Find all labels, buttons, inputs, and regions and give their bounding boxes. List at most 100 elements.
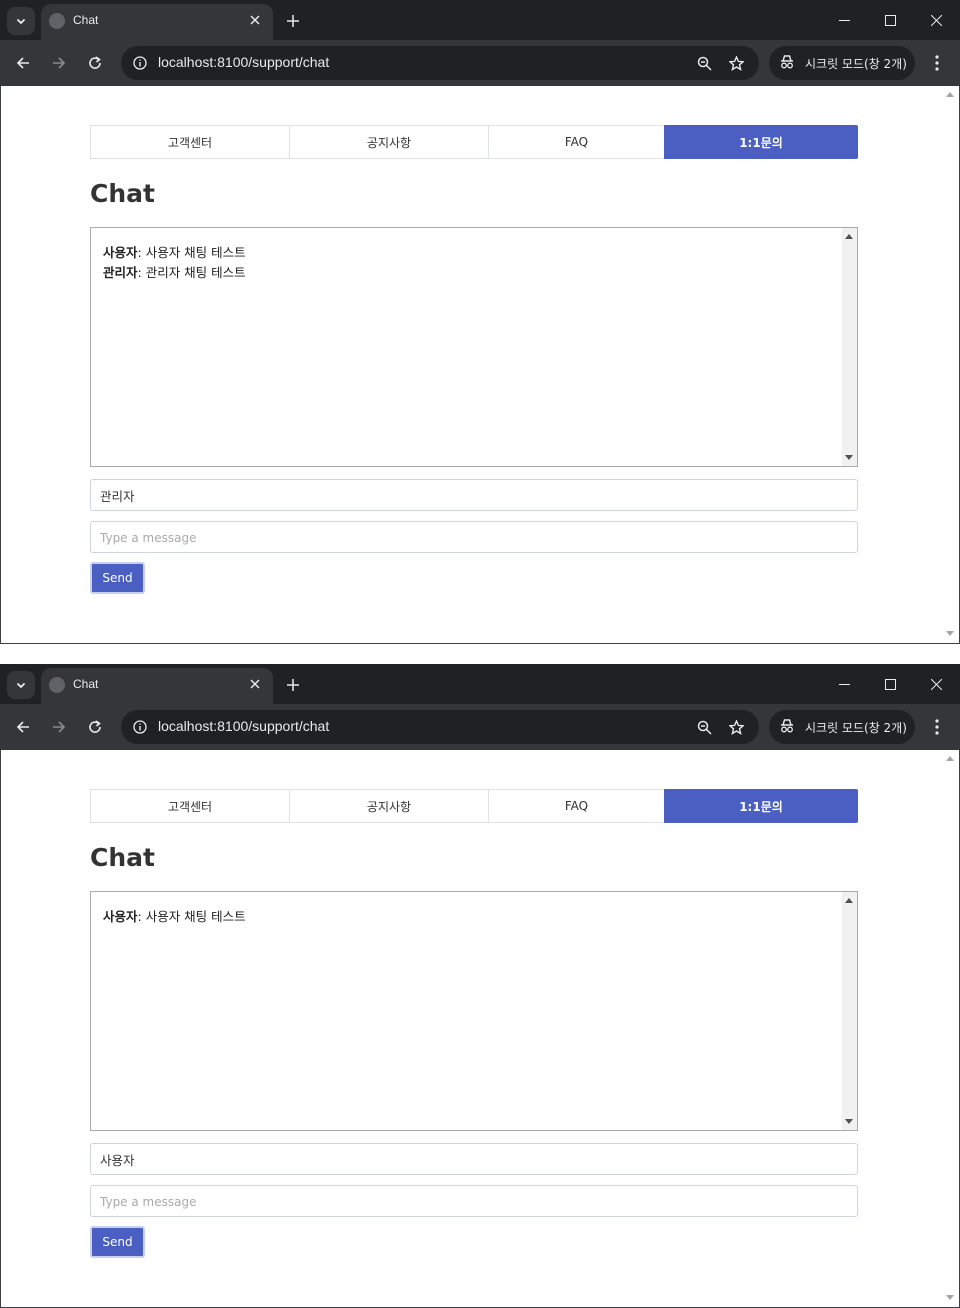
window-gap [0, 644, 960, 664]
sender-input[interactable] [90, 479, 858, 511]
support-nav: 고객센터 공지사항 FAQ 1:1문의 [90, 125, 858, 159]
message-text: : 사용자 채팅 테스트 [137, 909, 246, 924]
message-sender: 사용자 [103, 909, 138, 924]
close-tab-button[interactable] [245, 674, 265, 694]
message-text: : 관리자 채팅 테스트 [137, 265, 246, 280]
chat-message: 관리자: 관리자 채팅 테스트 [103, 262, 246, 281]
reload-button[interactable] [81, 49, 109, 77]
back-button[interactable] [9, 49, 37, 77]
globe-icon [49, 677, 65, 693]
tab-search-button[interactable] [7, 7, 35, 35]
title-bar: Chat [0, 0, 960, 40]
kebab-menu-icon [935, 719, 939, 735]
star-icon [728, 55, 744, 71]
chat-scrollbar[interactable] [842, 892, 857, 1130]
scroll-down-arrow[interactable] [845, 455, 853, 460]
tab-faq[interactable]: FAQ [488, 125, 664, 159]
url-text: localhost:8100/support/chat [158, 54, 330, 70]
tab-customer-center[interactable]: 고객센터 [90, 789, 289, 823]
page-viewport: 고객센터 공지사항 FAQ 1:1문의 Chat 사용자: 사용자 채팅 테스트… [0, 86, 960, 644]
chat-message: 사용자: 사용자 채팅 테스트 [103, 906, 246, 925]
scroll-up-arrow[interactable] [946, 756, 954, 761]
browser-tab[interactable]: Chat [41, 4, 273, 40]
browser-tab[interactable]: Chat [41, 668, 273, 704]
scroll-up-arrow[interactable] [845, 234, 853, 239]
close-icon [250, 15, 260, 25]
forward-icon [53, 57, 66, 69]
page-scrollbar[interactable] [943, 750, 958, 1307]
address-bar[interactable]: localhost:8100/support/chat [121, 46, 759, 80]
star-icon [728, 719, 744, 735]
send-button[interactable]: Send [90, 562, 145, 594]
incognito-icon [781, 719, 793, 733]
plus-icon [287, 15, 299, 27]
close-tab-button[interactable] [245, 10, 265, 30]
tab-notices[interactable]: 공지사항 [289, 789, 488, 823]
back-icon [16, 57, 29, 69]
back-button[interactable] [9, 713, 37, 741]
browser-menu-button[interactable] [924, 49, 950, 77]
scroll-up-arrow[interactable] [946, 92, 954, 97]
incognito-label: 시크릿 모드(창 2개) [805, 721, 907, 735]
minimize-button[interactable] [829, 670, 859, 698]
chat-log[interactable]: 사용자: 사용자 채팅 테스트 관리자: 관리자 채팅 테스트 [90, 227, 858, 467]
tab-title: Chat [73, 677, 99, 691]
site-info-button[interactable] [128, 715, 152, 739]
minimize-button[interactable] [829, 6, 859, 34]
incognito-label: 시크릿 모드(창 2개) [805, 57, 907, 71]
close-icon [250, 679, 260, 689]
tab-inquiry[interactable]: 1:1문의 [664, 125, 858, 159]
bookmark-button[interactable] [724, 51, 748, 75]
support-nav: 고객센터 공지사항 FAQ 1:1문의 [90, 789, 858, 823]
maximize-icon [884, 678, 896, 690]
new-tab-button[interactable] [280, 672, 306, 698]
globe-icon [49, 13, 65, 29]
bookmark-button[interactable] [724, 715, 748, 739]
tab-customer-center[interactable]: 고객센터 [90, 125, 289, 159]
address-bar[interactable]: localhost:8100/support/chat [121, 710, 759, 744]
chevron-down-icon [16, 682, 26, 689]
url-text: localhost:8100/support/chat [158, 718, 330, 734]
browser-menu-button[interactable] [924, 713, 950, 741]
maximize-button[interactable] [875, 6, 905, 34]
page-scrollbar[interactable] [943, 86, 958, 643]
message-sender: 사용자 [103, 245, 138, 260]
scroll-down-arrow[interactable] [946, 631, 954, 636]
scroll-down-arrow[interactable] [845, 1119, 853, 1124]
close-window-button[interactable] [921, 670, 951, 698]
reload-button[interactable] [81, 713, 109, 741]
browser-window-2: Chat localhost:8100/support/chat 시크릿 모드(… [0, 664, 960, 1308]
close-icon [930, 14, 942, 26]
zoom-button[interactable] [692, 51, 716, 75]
chat-log[interactable]: 사용자: 사용자 채팅 테스트 [90, 891, 858, 1131]
tab-faq[interactable]: FAQ [488, 789, 664, 823]
zoom-icon [697, 56, 712, 71]
close-window-button[interactable] [921, 6, 951, 34]
chat-scrollbar[interactable] [842, 228, 857, 466]
back-icon [16, 721, 29, 733]
send-button[interactable]: Send [90, 1226, 145, 1258]
kebab-menu-icon [935, 55, 939, 71]
incognito-icon [781, 55, 793, 69]
page-title: Chat [90, 179, 155, 208]
zoom-button[interactable] [692, 715, 716, 739]
forward-button[interactable] [45, 49, 73, 77]
tab-inquiry[interactable]: 1:1문의 [664, 789, 858, 823]
new-tab-button[interactable] [280, 8, 306, 34]
message-text: : 사용자 채팅 테스트 [137, 245, 246, 260]
incognito-indicator[interactable]: 시크릿 모드(창 2개) [769, 46, 915, 80]
sender-input[interactable] [90, 1143, 858, 1175]
site-info-button[interactable] [128, 51, 152, 75]
incognito-indicator[interactable]: 시크릿 모드(창 2개) [769, 710, 915, 744]
forward-button[interactable] [45, 713, 73, 741]
title-bar: Chat [0, 664, 960, 704]
scroll-down-arrow[interactable] [946, 1295, 954, 1300]
message-input[interactable] [90, 1185, 858, 1217]
tab-search-button[interactable] [7, 671, 35, 699]
tab-notices[interactable]: 공지사항 [289, 125, 488, 159]
message-input[interactable] [90, 521, 858, 553]
maximize-button[interactable] [875, 670, 905, 698]
scroll-up-arrow[interactable] [845, 898, 853, 903]
chat-message: 사용자: 사용자 채팅 테스트 [103, 242, 246, 261]
reload-icon [89, 56, 101, 69]
